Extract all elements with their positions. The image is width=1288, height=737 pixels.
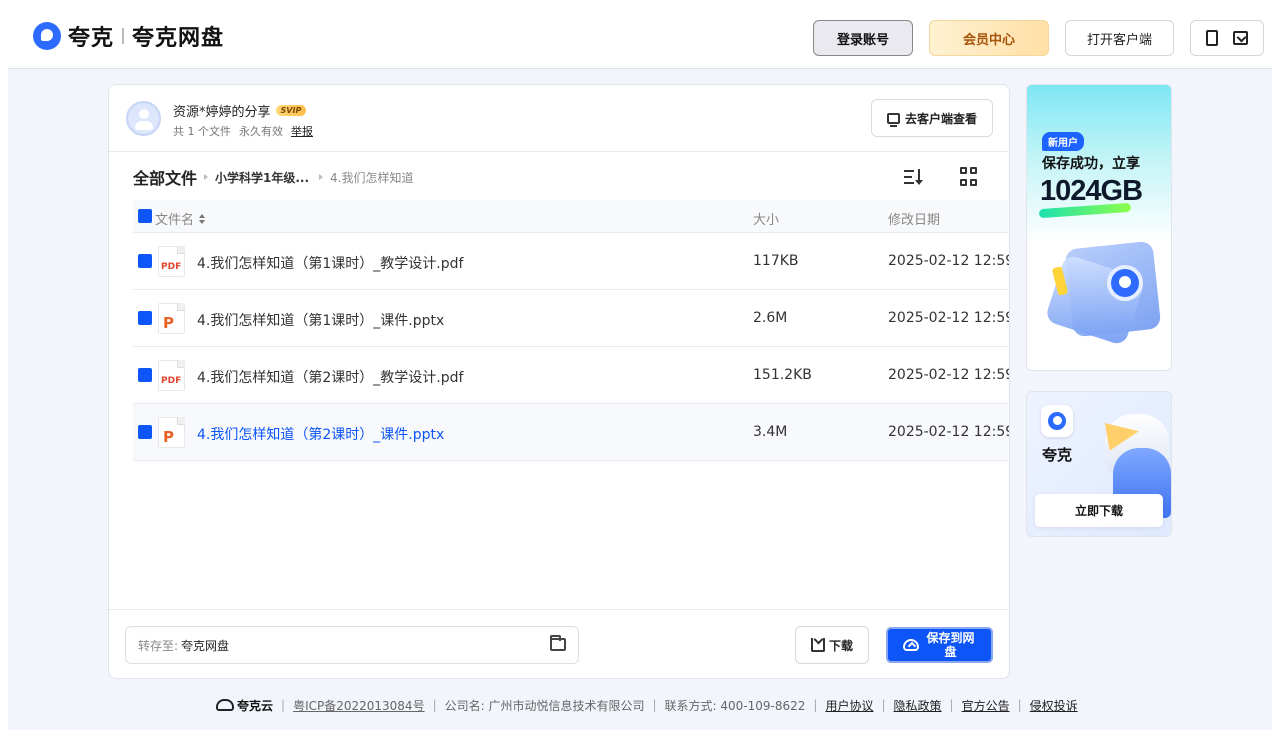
save-to-label: 转存至: xyxy=(138,638,179,653)
save-to-drive-button[interactable]: 保存到网盘 xyxy=(886,627,993,663)
row-checkbox[interactable] xyxy=(138,425,152,439)
file-list: PDF 4.我们怎样知道（第1课时）_教学设计.pdf 117KB 2025-0… xyxy=(133,233,1010,461)
sort-toggle-icon xyxy=(199,213,206,224)
file-size: 117KB xyxy=(753,253,799,269)
breadcrumb-middle[interactable]: 小学科学1年级... xyxy=(215,169,309,186)
breadcrumb-root[interactable]: 全部文件 xyxy=(133,165,197,189)
file-date: 2025-02-12 12:59 xyxy=(888,310,1010,326)
validity: 永久有效 xyxy=(239,125,283,138)
top-header: 夸克 夸克网盘 登录账号 会员中心 打开客户端 xyxy=(0,0,1288,70)
file-name[interactable]: 4.我们怎样知道（第2课时）_教学设计.pdf xyxy=(197,367,463,387)
file-name[interactable]: 4.我们怎样知道（第1课时）_课件.pptx xyxy=(197,310,444,330)
ad-app-name: 夸克 xyxy=(1042,446,1073,464)
row-checkbox[interactable] xyxy=(138,254,152,268)
monitor-icon xyxy=(886,112,900,127)
cloud-upload-icon xyxy=(902,639,919,651)
share-meta: 共 1 个文件 永久有效 举报 xyxy=(173,123,313,139)
announcement-link[interactable]: 官方公告 xyxy=(962,697,1010,714)
breadcrumb-current: 4.我们怎样知道 xyxy=(330,170,414,185)
file-size: 2.6M xyxy=(753,310,788,326)
file-size: 3.4M xyxy=(753,424,788,440)
footer-brand: 夸克云 xyxy=(216,697,273,714)
icp-link[interactable]: 粤ICP备2022013084号 xyxy=(293,697,425,714)
mobile-icon[interactable] xyxy=(1206,30,1219,46)
card-footer: 转存至: 夸克网盘 下载 保存到网盘 xyxy=(109,609,1009,678)
download-client-icon[interactable] xyxy=(1232,31,1248,45)
brand-secondary: 夸克网盘 xyxy=(132,26,225,51)
folder-illustration-icon xyxy=(1044,240,1163,347)
paper-plane-icon xyxy=(1104,417,1142,451)
file-name[interactable]: 4.我们怎样知道（第1课时）_教学设计.pdf xyxy=(197,253,463,273)
user-agreement-link[interactable]: 用户协议 xyxy=(825,697,873,714)
new-user-badge: 新用户 xyxy=(1042,132,1084,151)
company-info: 公司名: 广州市动悦信息技术有限公司 xyxy=(444,698,645,713)
quark-logo[interactable]: 夸克 夸克网盘 xyxy=(33,22,225,51)
infringement-link[interactable]: 侵权投诉 xyxy=(1030,697,1078,714)
pdf-file-icon: PDF xyxy=(158,360,185,391)
login-button[interactable]: 登录账号 xyxy=(813,20,913,56)
pdf-file-icon: PDF xyxy=(158,246,185,277)
share-title: 资源*婷婷的分享 SVIP xyxy=(173,101,307,120)
column-date: 修改日期 xyxy=(888,213,941,228)
share-title-text: 资源*婷婷的分享 xyxy=(173,105,271,120)
pptx-file-icon: P xyxy=(158,303,185,334)
file-date: 2025-02-12 12:59 xyxy=(888,424,1010,440)
app-download-ad[interactable]: 夸克 立即下载 xyxy=(1026,391,1172,537)
column-name[interactable]: 文件名 xyxy=(155,209,206,228)
report-link[interactable]: 举报 xyxy=(291,123,313,139)
new-user-ad[interactable]: 新用户 保存成功，立享 1024GB xyxy=(1026,84,1172,371)
download-button[interactable]: 下载 xyxy=(795,626,869,664)
cloud-icon xyxy=(216,699,234,711)
column-size: 大小 xyxy=(753,213,780,228)
table-row[interactable]: P 4.我们怎样知道（第2课时）_课件.pptx 3.4M 2025-02-12… xyxy=(133,404,1010,461)
privacy-policy-link[interactable]: 隐私政策 xyxy=(894,697,942,714)
table-header: 文件名 大小 修改日期 xyxy=(133,200,1009,233)
share-header: 资源*婷婷的分享 SVIP 共 1 个文件 永久有效 举报 去客户端查看 xyxy=(109,85,1009,152)
ad-promo-line: 保存成功，立享 xyxy=(1042,156,1140,172)
save-to-value: 夸克网盘 xyxy=(181,638,230,653)
svip-badge: SVIP xyxy=(275,105,307,116)
download-now-button[interactable]: 立即下载 xyxy=(1035,494,1163,527)
file-name[interactable]: 4.我们怎样知道（第2课时）_课件.pptx xyxy=(197,424,444,444)
chevron-right-icon xyxy=(319,174,324,180)
device-buttons xyxy=(1190,20,1264,56)
open-in-client-button[interactable]: 去客户端查看 xyxy=(871,99,993,137)
download-label: 下载 xyxy=(828,638,853,653)
page-footer: 夸克云 | 粤ICP备2022013084号 | 公司名: 广州市动悦信息技术有… xyxy=(216,696,1078,714)
pptx-file-icon: P xyxy=(158,417,185,448)
file-date: 2025-02-12 12:59 xyxy=(888,367,1010,383)
share-card: 资源*婷婷的分享 SVIP 共 1 个文件 永久有效 举报 去客户端查看 全部文… xyxy=(108,84,1010,679)
column-name-label: 文件名 xyxy=(155,213,195,228)
save-to-drive-label: 保存到网盘 xyxy=(926,631,975,659)
table-row[interactable]: P 4.我们怎样知道（第1课时）_课件.pptx 2.6M 2025-02-12… xyxy=(133,290,1010,347)
footer-brand-text: 夸克云 xyxy=(237,698,274,713)
grid-view-icon[interactable] xyxy=(960,167,980,187)
save-to-selector[interactable]: 转存至: 夸克网盘 xyxy=(125,626,579,664)
table-row[interactable]: PDF 4.我们怎样知道（第2课时）_教学设计.pdf 151.2KB 2025… xyxy=(133,347,1010,404)
vip-center-button[interactable]: 会员中心 xyxy=(929,20,1049,56)
breadcrumb: 全部文件 小学科学1年级... 4.我们怎样知道 xyxy=(133,165,414,189)
file-date: 2025-02-12 12:59 xyxy=(888,253,1010,269)
brand-divider xyxy=(122,28,125,44)
file-count: 共 1 个文件 xyxy=(173,125,231,138)
quark-logo-icon xyxy=(33,22,61,50)
table-row[interactable]: PDF 4.我们怎样知道（第1课时）_教学设计.pdf 117KB 2025-0… xyxy=(133,233,1010,290)
folder-icon[interactable] xyxy=(550,635,566,651)
open-in-client-label: 去客户端查看 xyxy=(904,111,977,126)
row-checkbox[interactable] xyxy=(138,368,152,382)
contact-info: 联系方式: 400-109-8622 xyxy=(664,698,806,713)
quark-app-icon xyxy=(1041,405,1073,437)
select-all-checkbox[interactable] xyxy=(138,209,152,223)
file-size: 151.2KB xyxy=(753,367,812,383)
row-checkbox[interactable] xyxy=(138,311,152,325)
download-icon xyxy=(810,638,825,652)
brand-primary: 夸克 xyxy=(68,26,115,51)
avatar xyxy=(126,101,161,136)
sort-icon[interactable] xyxy=(904,167,924,187)
chevron-right-icon xyxy=(204,174,209,180)
open-client-button[interactable]: 打开客户端 xyxy=(1065,20,1174,56)
